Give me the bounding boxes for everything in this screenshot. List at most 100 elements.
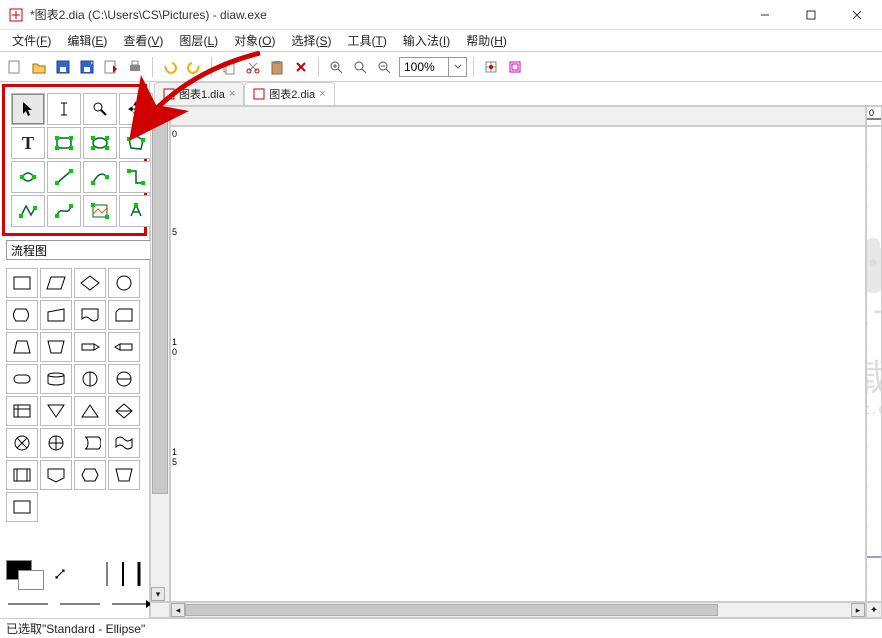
shape-process[interactable] <box>6 268 38 298</box>
menu-help[interactable]: 帮助(H) <box>458 30 515 51</box>
new-diagram-button[interactable] <box>4 56 26 78</box>
snap-to-grid-button[interactable] <box>480 56 502 78</box>
shape-punched[interactable] <box>6 492 38 522</box>
paste-button[interactable] <box>266 56 288 78</box>
shape-offpage-r[interactable] <box>108 332 140 362</box>
scroll-down-icon[interactable]: ▾ <box>151 587 165 601</box>
shape-offpage-l[interactable] <box>74 332 106 362</box>
shape-predefined[interactable] <box>6 460 38 490</box>
undo-button[interactable] <box>159 56 181 78</box>
text-edit-tool[interactable] <box>47 93 81 125</box>
shape-collate-x[interactable] <box>6 428 38 458</box>
outline-tool[interactable] <box>119 195 153 227</box>
image-tool[interactable] <box>83 195 117 227</box>
redo-button[interactable] <box>183 56 205 78</box>
line-style-thick[interactable] <box>135 562 143 589</box>
shape-manual-op[interactable] <box>108 460 140 490</box>
arrow-mid-none[interactable] <box>60 598 100 612</box>
scroll-left-icon[interactable]: ◂ <box>171 603 185 617</box>
shape-decision[interactable] <box>74 268 106 298</box>
menu-input[interactable]: 输入法(I) <box>395 30 458 51</box>
ruler-horizontal[interactable]: 0 5 10 15 20 25 30 <box>866 106 882 126</box>
line-style-thin[interactable] <box>103 562 111 589</box>
zoom-in-button[interactable] <box>325 56 347 78</box>
open-button[interactable] <box>28 56 50 78</box>
shape-tape[interactable] <box>108 428 140 458</box>
polyline-tool[interactable] <box>11 195 45 227</box>
line-style-med[interactable] <box>119 562 127 589</box>
shape-trapezoid2[interactable] <box>40 332 72 362</box>
object-snap-button[interactable] <box>504 56 526 78</box>
shape-manual-input[interactable] <box>40 300 72 330</box>
shape-database[interactable] <box>40 364 72 394</box>
tab-diagram-1[interactable]: 图表1.dia × <box>154 82 244 105</box>
export-button[interactable] <box>100 56 122 78</box>
shape-category-combo[interactable] <box>6 240 143 260</box>
menu-file[interactable]: 文件(F) <box>4 30 59 51</box>
copy-button[interactable] <box>218 56 240 78</box>
canvas[interactable]: 安下载 anxz.com <box>866 126 882 602</box>
scrollbar-horizontal[interactable]: ◂ ▸ <box>170 602 866 618</box>
tab-diagram-2[interactable]: 图表2.dia × <box>244 82 334 105</box>
shape-document[interactable] <box>74 300 106 330</box>
cut-button[interactable] <box>242 56 264 78</box>
shape-category-input[interactable] <box>6 240 171 260</box>
zigzag-tool[interactable] <box>119 161 153 193</box>
shape-or[interactable] <box>74 364 106 394</box>
arrow-start-none[interactable] <box>8 598 48 612</box>
delete-button[interactable] <box>290 56 312 78</box>
shape-stored[interactable] <box>74 428 106 458</box>
menu-tools[interactable]: 工具(T) <box>340 30 395 51</box>
close-button[interactable] <box>834 0 880 30</box>
menu-select[interactable]: 选择(S) <box>283 30 339 51</box>
arc-tool[interactable] <box>83 161 117 193</box>
box-tool[interactable] <box>47 127 81 159</box>
tab-close-icon[interactable]: × <box>319 88 325 100</box>
magnify-tool[interactable] <box>83 93 117 125</box>
shape-summing[interactable] <box>108 364 140 394</box>
scrollbar-vertical[interactable]: ▴ ▾ <box>150 106 170 602</box>
zoom-input[interactable] <box>399 57 449 77</box>
shape-parallelogram[interactable] <box>40 268 72 298</box>
print-button[interactable] <box>124 56 146 78</box>
menu-edit[interactable]: 编辑(E) <box>59 30 115 51</box>
bezier-tool[interactable] <box>47 195 81 227</box>
polygon-tool[interactable] <box>119 127 153 159</box>
swap-colors-icon[interactable] <box>54 568 66 583</box>
line-tool[interactable] <box>47 161 81 193</box>
shape-offpage[interactable] <box>40 460 72 490</box>
zoom-dropdown-icon[interactable] <box>449 57 467 77</box>
shape-collate-plus[interactable] <box>40 428 72 458</box>
pointer-tool[interactable] <box>11 93 45 125</box>
shape-card[interactable] <box>108 300 140 330</box>
br-corner[interactable]: ✦ <box>866 602 882 618</box>
scroll-right-icon[interactable]: ▸ <box>851 603 865 617</box>
save-button[interactable] <box>52 56 74 78</box>
shape-connector[interactable] <box>108 268 140 298</box>
shape-terminal[interactable] <box>6 364 38 394</box>
minimize-button[interactable] <box>742 0 788 30</box>
menu-objects[interactable]: 对象(O) <box>226 30 283 51</box>
shape-sort[interactable] <box>108 396 140 426</box>
maximize-button[interactable] <box>788 0 834 30</box>
tab-close-icon[interactable]: × <box>229 88 235 100</box>
scroll-tool[interactable] <box>119 93 153 125</box>
arrow-end-arrow[interactable] <box>112 598 152 612</box>
zoom-fit-button[interactable] <box>349 56 371 78</box>
menu-view[interactable]: 查看(V) <box>115 30 171 51</box>
ellipse-tool[interactable] <box>83 127 117 159</box>
shape-preparation[interactable] <box>74 460 106 490</box>
beziergon-tool[interactable] <box>11 161 45 193</box>
menu-layers[interactable]: 图层(L) <box>171 30 226 51</box>
shape-internal[interactable] <box>6 396 38 426</box>
shape-display[interactable] <box>6 300 38 330</box>
scroll-up-icon[interactable]: ▴ <box>151 107 165 121</box>
save-as-button[interactable] <box>76 56 98 78</box>
shape-merge[interactable] <box>40 396 72 426</box>
text-tool[interactable]: T <box>11 127 45 159</box>
shape-trapezoid1[interactable] <box>6 332 38 362</box>
zoom-combo[interactable] <box>399 57 467 77</box>
fg-bg-swatch[interactable] <box>6 560 46 590</box>
shape-extract[interactable] <box>74 396 106 426</box>
ruler-vertical[interactable]: 0 5 10 15 <box>170 126 866 602</box>
